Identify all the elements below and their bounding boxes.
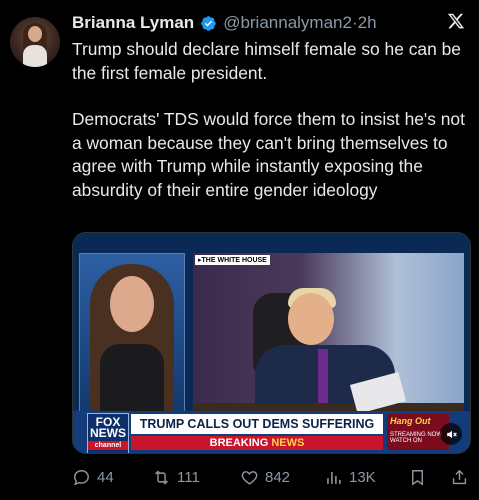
tweet-paragraph-2: Democrats' TDS would force them to insis… (72, 109, 465, 200)
location-tag: ▸THE WHITE HOUSE (195, 255, 270, 265)
logo-bottom: NEWS (90, 426, 126, 440)
action-bar: 44 111 842 13K (72, 466, 472, 488)
x-logo-icon[interactable] (447, 12, 465, 30)
mute-icon (446, 430, 457, 438)
repost-button[interactable]: 111 (152, 468, 200, 487)
like-icon (241, 470, 258, 485)
reply-icon (73, 469, 89, 485)
promo-sub2: WATCH ON (390, 438, 422, 444)
handle-text: @briannalyman2 (223, 13, 352, 32)
timestamp: 2h (357, 13, 377, 32)
views-button[interactable]: 13K (324, 468, 376, 487)
video-thumbnail[interactable]: ▸THE WHITE HOUSE FOX NEWS channel TRUMP … (72, 232, 471, 454)
tweet-text: Trump should declare himself female so h… (72, 38, 467, 202)
reply-count: 44 (97, 468, 114, 486)
chyron-headline: TRUMP CALLS OUT DEMS SUFFERING FROM "TDS… (131, 414, 383, 451)
repost-count: 111 (177, 468, 200, 486)
host-panel (79, 253, 185, 417)
avatar-face (28, 26, 42, 42)
tweet-paragraph-1: Trump should declare himself female so h… (72, 39, 461, 83)
bookmark-button[interactable] (408, 468, 427, 487)
verified-icon (201, 15, 216, 31)
promo-title: Hang Out (390, 416, 431, 426)
news-label: NEWS (271, 437, 305, 449)
tweet-header: Brianna Lyman @briannalyman2·2h (72, 12, 377, 34)
avatar-body (23, 45, 47, 67)
fox-news-logo: FOX NEWS channel (87, 413, 129, 453)
views-icon (327, 471, 341, 484)
breaking-news-bar: BREAKING NEWS (131, 436, 383, 450)
share-icon (452, 469, 467, 484)
white-house-panel (193, 253, 464, 415)
reply-button[interactable]: 44 (72, 468, 114, 487)
author-handle[interactable]: @briannalyman2·2h (223, 13, 376, 33)
bookmark-icon (412, 469, 423, 486)
logo-channel: channel (88, 441, 128, 450)
views-count: 13K (349, 468, 376, 486)
like-button[interactable]: 842 (240, 468, 290, 487)
share-button[interactable] (450, 468, 469, 487)
mute-button[interactable] (440, 423, 462, 445)
like-count: 842 (265, 468, 291, 486)
repost-icon (155, 470, 168, 484)
avatar[interactable] (10, 17, 60, 67)
author-name[interactable]: Brianna Lyman (72, 13, 194, 33)
breaking-label: BREAKING (209, 437, 272, 449)
